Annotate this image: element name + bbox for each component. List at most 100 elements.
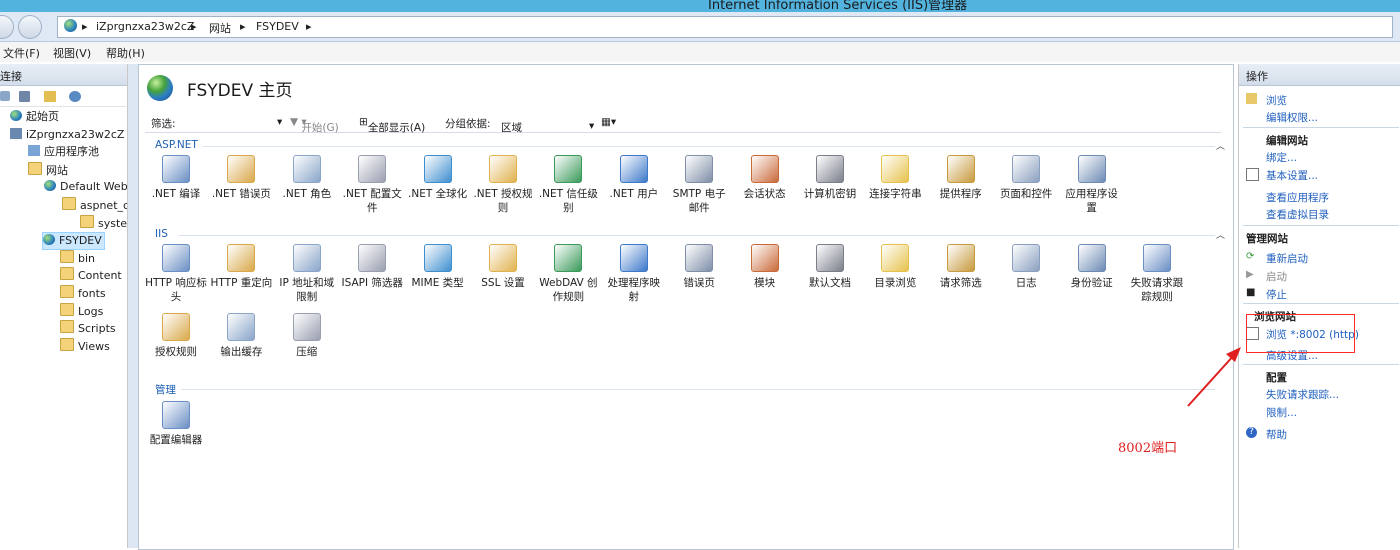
connections-title: 连接: [0, 70, 22, 83]
action-limits[interactable]: 限制...: [1266, 405, 1297, 420]
show-all-button[interactable]: ⊞ 全部显示(A): [359, 116, 425, 134]
filter-start-button[interactable]: ▼ 开始(G) ▾: [290, 116, 339, 134]
action-browse[interactable]: 浏览: [1266, 93, 1287, 108]
collapse-chevron-icon[interactable]: ︿: [1216, 228, 1225, 241]
feature-0-4[interactable]: .NET 全球化: [407, 155, 469, 201]
view-mode-icon[interactable]: ▦▾: [601, 116, 616, 128]
tree-item-aspnet-client[interactable]: aspnet_cl: [62, 197, 127, 213]
feature-1-6[interactable]: WebDAV 创作规则: [537, 244, 599, 304]
feature-1-5[interactable]: SSL 设置: [472, 244, 534, 290]
feature-label: 授权规则: [155, 346, 197, 358]
feature-icon: [423, 155, 452, 183]
feature-1-10[interactable]: 默认文档: [799, 244, 861, 290]
tree-item-system[interactable]: syster: [80, 215, 127, 231]
feature-0-1[interactable]: .NET 错误页: [210, 155, 272, 201]
group-header-aspnet: ASP.NET: [155, 139, 198, 151]
feature-0-8[interactable]: SMTP 电子邮件: [668, 155, 730, 215]
tree-item-sites[interactable]: 网站: [28, 162, 68, 178]
feature-icon: [750, 244, 779, 272]
tree-item-server[interactable]: iZprgnzxa23w2cZ (: [10, 127, 127, 143]
globe-icon: [64, 19, 77, 32]
feature-0-9[interactable]: 会话状态: [734, 155, 796, 201]
feature-0-12[interactable]: 提供程序: [930, 155, 992, 201]
feature-0-13[interactable]: 页面和控件: [995, 155, 1057, 201]
feature-0-14[interactable]: 应用程序设置: [1061, 155, 1123, 215]
feature-label: 日志: [1015, 277, 1037, 289]
feature-1-12[interactable]: 请求筛选: [930, 244, 992, 290]
save-icon[interactable]: [19, 91, 30, 102]
panel-splitter[interactable]: [128, 64, 138, 548]
tree-item-app-pools[interactable]: 应用程序池: [28, 144, 99, 160]
tree-item-fsydev[interactable]: FSYDEV: [42, 232, 105, 250]
feature-icon: [162, 155, 190, 183]
feature-1-16[interactable]: 授权规则: [145, 313, 207, 359]
feature-1-15[interactable]: 失败请求跟踪规则: [1126, 244, 1188, 304]
feature-label: IP 地址和域限制: [279, 277, 335, 303]
feature-1-2[interactable]: IP 地址和域限制: [276, 244, 338, 304]
feature-0-5[interactable]: .NET 授权规则: [472, 155, 534, 215]
feature-label: 模块: [754, 277, 776, 289]
action-bindings[interactable]: 绑定...: [1266, 150, 1297, 165]
action-stop[interactable]: 停止: [1266, 287, 1287, 302]
menu-view[interactable]: 视图(V): [53, 45, 91, 61]
filter-dropdown-arrow[interactable]: ▾: [277, 116, 282, 128]
feature-1-18[interactable]: 压缩: [276, 313, 338, 359]
feature-1-1[interactable]: HTTP 重定向: [210, 244, 272, 290]
feature-1-8[interactable]: 错误页: [668, 244, 730, 290]
feature-0-7[interactable]: .NET 用户: [603, 155, 665, 201]
tree-item-views[interactable]: Views: [60, 338, 110, 354]
feature-1-13[interactable]: 日志: [995, 244, 1057, 290]
action-edit-permissions[interactable]: 编辑权限...: [1266, 110, 1318, 125]
feature-2-0[interactable]: 配置编辑器: [145, 401, 207, 447]
forward-button[interactable]: [18, 15, 42, 39]
action-view-virtual-dirs[interactable]: 查看虚拟目录: [1266, 207, 1329, 222]
tree-item-fonts[interactable]: fonts: [60, 285, 106, 301]
breadcrumb-server[interactable]: iZprgnzxa23w2cZ: [96, 20, 194, 33]
feature-1-11[interactable]: 目录浏览: [864, 244, 926, 290]
feature-1-9[interactable]: 模块: [734, 244, 796, 290]
feature-1-7[interactable]: 处理程序映射: [603, 244, 665, 304]
address-bar[interactable]: ▸ iZprgnzxa23w2cZ ▸ 网站 ▸ FSYDEV ▸: [57, 16, 1393, 38]
breadcrumb-fsydev[interactable]: FSYDEV: [256, 20, 299, 33]
action-view-applications[interactable]: 查看应用程序: [1266, 190, 1329, 205]
menu-file[interactable]: 文件(F): [3, 45, 40, 61]
connections-toolbar: [0, 88, 126, 107]
website-globe-icon: [43, 234, 55, 245]
filter-input[interactable]: [185, 114, 285, 129]
feature-0-6[interactable]: .NET 信任级别: [537, 155, 599, 215]
tree-item-bin[interactable]: bin: [60, 250, 95, 266]
feature-label: MIME 类型: [411, 277, 464, 289]
feature-0-11[interactable]: 连接字符串: [864, 155, 926, 201]
tree-item-logs[interactable]: Logs: [60, 303, 103, 319]
action-basic-settings[interactable]: 基本设置...: [1266, 168, 1318, 183]
action-help[interactable]: 帮助: [1266, 427, 1287, 442]
feature-1-3[interactable]: ISAPI 筛选器: [341, 244, 403, 290]
breadcrumb-sites[interactable]: 网站: [209, 20, 231, 36]
feature-0-3[interactable]: .NET 配置文件: [341, 155, 403, 215]
collapse-chevron-icon[interactable]: ︿: [1216, 139, 1225, 152]
tree-item-start-page[interactable]: 起始页: [10, 109, 59, 125]
action-restart[interactable]: 重新启动: [1266, 251, 1308, 266]
tree-item-content[interactable]: Content: [60, 267, 122, 283]
feature-label: 默认文档: [809, 277, 851, 289]
feature-1-0[interactable]: HTTP 响应标头: [145, 244, 207, 304]
back-button[interactable]: [0, 15, 14, 39]
tree-item-default-web[interactable]: Default Web: [44, 179, 127, 195]
disconnect-icon[interactable]: [69, 91, 81, 102]
feature-0-0[interactable]: .NET 编译: [145, 155, 207, 201]
feature-1-17[interactable]: 输出缓存: [210, 313, 272, 359]
feature-0-2[interactable]: .NET 角色: [276, 155, 338, 201]
highlight-box: [1246, 314, 1355, 353]
feature-1-14[interactable]: 身份验证: [1061, 244, 1123, 290]
feature-1-4[interactable]: MIME 类型: [407, 244, 469, 290]
folder-up-icon[interactable]: [44, 91, 56, 102]
feature-0-10[interactable]: 计算机密钥: [799, 155, 861, 201]
group-header-iis: IIS: [155, 228, 168, 240]
tree-item-scripts[interactable]: Scripts: [60, 320, 116, 336]
feature-label: 身份验证: [1070, 277, 1113, 289]
action-failed-request-tracing[interactable]: 失败请求跟踪...: [1266, 387, 1339, 402]
feature-icon: [554, 155, 583, 183]
connect-icon[interactable]: [0, 91, 10, 101]
menu-help[interactable]: 帮助(H): [106, 45, 145, 61]
action-start[interactable]: 启动: [1266, 269, 1287, 284]
